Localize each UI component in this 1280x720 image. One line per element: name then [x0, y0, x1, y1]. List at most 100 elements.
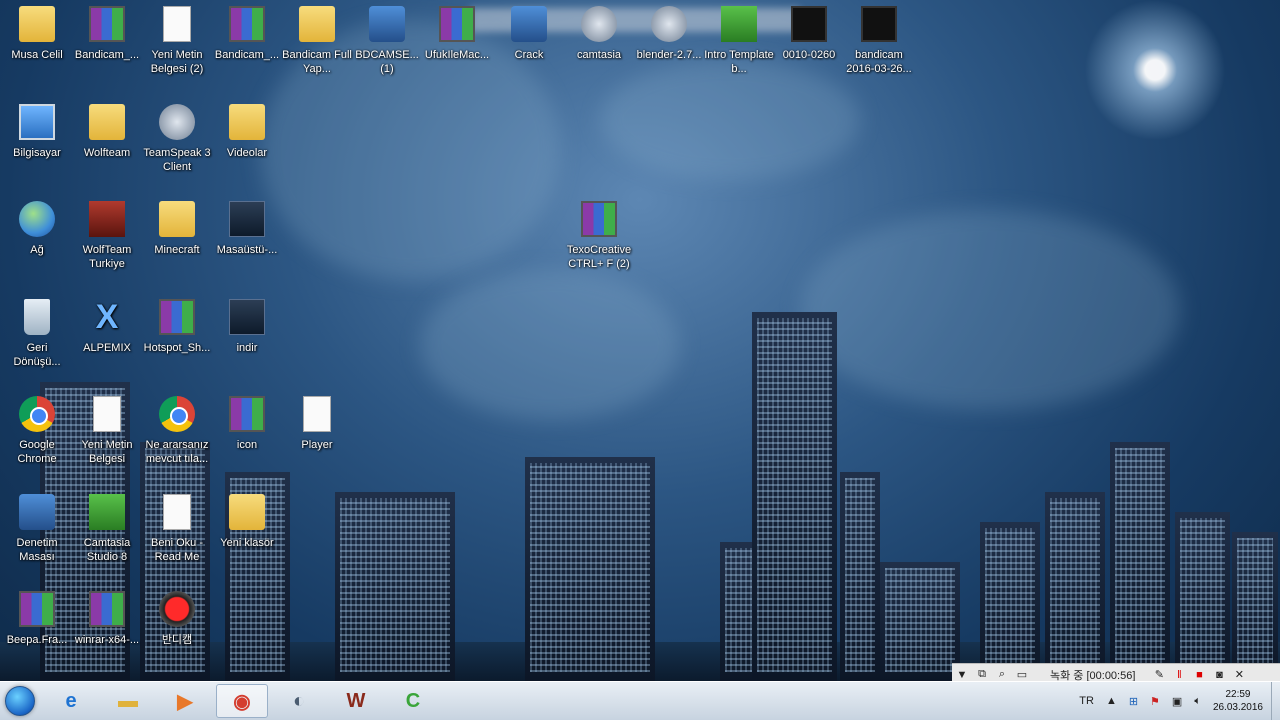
wolfteam-game-icon: W	[346, 689, 366, 712]
desktop-icon[interactable]: Ağ	[2, 201, 72, 257]
text-document-icon	[303, 396, 331, 432]
volume-icon[interactable]: 🔈︎	[1194, 695, 1201, 708]
taskbar-button-media-player[interactable]: ▶	[159, 684, 211, 718]
desktop-icon[interactable]: Yeni Metin Belgesi	[72, 396, 142, 466]
desktop-icon[interactable]: BDCAMSE... (1)	[352, 6, 422, 76]
desktop-icon[interactable]: Ne ararsanız mevcut tıla...	[142, 396, 212, 466]
windows-flag-icon[interactable]: ⊞	[1129, 695, 1138, 708]
desktop-icon[interactable]: Masaüstü-...	[212, 201, 282, 257]
disc-icon	[651, 6, 687, 42]
language-indicator[interactable]: TR	[1079, 695, 1094, 707]
taskbar-button-teamspeak[interactable]: ◐	[273, 684, 325, 718]
video-file-icon	[861, 6, 897, 42]
desktop-icon-label: Wolfteam	[83, 147, 131, 159]
winrar-archive-icon	[229, 6, 265, 42]
camera-icon[interactable]: ◙	[1209, 669, 1229, 681]
start-button[interactable]	[0, 682, 40, 720]
region-icon[interactable]: ▭	[1012, 668, 1032, 681]
clock[interactable]: 22:59 26.03.2016	[1213, 688, 1263, 714]
folder-icon	[299, 6, 335, 42]
winrar-archive-icon	[439, 6, 475, 42]
stop-icon[interactable]: ■	[1189, 669, 1209, 681]
desktop-icon[interactable]: icon	[212, 396, 282, 452]
desktop-icon[interactable]: Bandicam_...	[212, 6, 282, 62]
desktop-icon[interactable]: Bandicam Full Yap...	[282, 6, 352, 76]
desktop-icon[interactable]: TeamSpeak 3 Client	[142, 104, 212, 174]
window-mode-icon[interactable]: ⧉	[972, 668, 992, 681]
desktop-icon-label: Yeni klasör	[220, 537, 274, 549]
desktop-icon[interactable]: Musa Celil	[2, 6, 72, 62]
teamspeak-icon	[159, 104, 195, 140]
taskbar-button-internet-explorer[interactable]: e	[45, 684, 97, 718]
wallpaper-cloud	[600, 60, 860, 180]
winrar-archive-icon	[581, 201, 617, 237]
desktop-icon[interactable]: Minecraft	[142, 201, 212, 257]
wallpaper-building	[840, 472, 880, 682]
desktop-icon[interactable]: Player	[282, 396, 352, 452]
desktop-icon[interactable]: X ALPEMIX	[72, 299, 142, 355]
action-center-icon[interactable]: ⚑	[1150, 695, 1160, 708]
close-icon[interactable]: ✕	[1229, 668, 1249, 681]
desktop-icon[interactable]: WolfTeam Turkiye	[72, 201, 142, 271]
folder-icon	[229, 494, 265, 530]
desktop-icon[interactable]: camtasia	[564, 6, 634, 62]
desktop-icon[interactable]: Hotspot_Sh...	[142, 299, 212, 355]
wallpaper-cloud	[800, 210, 1180, 410]
desktop-icon[interactable]: Wolfteam	[72, 104, 142, 160]
dropdown-arrow-icon[interactable]: ▼	[952, 669, 972, 681]
desktop-icon[interactable]: 반디캠	[142, 591, 212, 647]
desktop-icon-label: Ağ	[30, 244, 44, 256]
desktop-icon[interactable]: Denetim Masası	[2, 494, 72, 564]
desktop-icon[interactable]: Beepa.Fra...	[2, 591, 72, 647]
wallpaper-building	[880, 562, 960, 682]
desktop-icon[interactable]: blender-2.7...	[634, 6, 704, 62]
wallpaper-building	[1110, 442, 1170, 682]
desktop-icon[interactable]: Google Chrome	[2, 396, 72, 466]
desktop-icon[interactable]: Bandicam_...	[72, 6, 142, 62]
desktop-icon[interactable]: Yeni klasör	[212, 494, 282, 550]
network-globe-icon	[19, 201, 55, 237]
taskbar-button-google-chrome[interactable]: ◉	[216, 684, 268, 718]
desktop-icon[interactable]: Geri Dönüşü...	[2, 299, 72, 369]
alpemix-icon: X	[95, 298, 119, 336]
desktop-icon-label: icon	[236, 439, 258, 451]
taskbar-button-camtasia[interactable]: C	[387, 684, 439, 718]
taskbar-button-file-explorer[interactable]: ▬	[102, 684, 154, 718]
desktop-icon[interactable]: bandicam 2016-03-26...	[844, 6, 914, 76]
network-icon[interactable]: ▣	[1172, 695, 1182, 708]
wallpaper-building	[1175, 512, 1230, 682]
pause-icon[interactable]: ‖	[1169, 669, 1189, 681]
desktop-icon[interactable]: winrar-x64-...	[72, 591, 142, 647]
desktop-icon-label: Bandicam Full Yap...	[282, 49, 352, 75]
desktop-icon[interactable]: Intro Template b...	[704, 6, 774, 76]
desktop-icon-label: Yeni Metin Belgesi	[81, 439, 133, 465]
desktop-icon[interactable]: TexoCreative CTRL+ F (2)	[564, 201, 634, 271]
desktop-icon[interactable]: Camtasia Studio 8	[72, 494, 142, 564]
desktop-icon[interactable]: 0010-0260	[774, 6, 844, 62]
recycle-bin-icon	[24, 299, 50, 335]
desktop-icon[interactable]: Bilgisayar	[2, 104, 72, 160]
desktop-icon[interactable]: Yeni Metin Belgesi (2)	[142, 6, 212, 76]
zoom-icon[interactable]: ⌕	[992, 668, 1012, 681]
desktop-icon-label: Bandicam_...	[214, 49, 280, 61]
wallpaper-building	[980, 522, 1040, 682]
system-tray: TR ▲ ⊞ ⚑ ▣ 🔈︎ 22:59 26.03.2016	[1073, 682, 1280, 720]
show-hidden-icons-icon[interactable]: ▲	[1106, 695, 1117, 707]
desktop-icon-label: bandicam 2016-03-26...	[846, 49, 912, 75]
desktop-icon-label: Beni Oku - Read Me	[151, 537, 203, 563]
desktop-icon[interactable]: indir	[212, 299, 282, 355]
show-desktop-button[interactable]	[1271, 682, 1280, 720]
pencil-icon[interactable]: ✎	[1149, 668, 1169, 681]
desktop-icon[interactable]: Videolar	[212, 104, 282, 160]
desktop-icon[interactable]: UfukIleMac...	[422, 6, 492, 62]
desktop-icon[interactable]: Beni Oku - Read Me	[142, 494, 212, 564]
wallpaper-building	[1232, 532, 1278, 682]
clock-time: 22:59	[1225, 689, 1251, 700]
desktop-icon-label: Minecraft	[154, 244, 200, 256]
desktop-icon-label: Denetim Masası	[16, 537, 58, 563]
windows-orb-icon	[5, 686, 35, 716]
desktop-icon-label: Yeni Metin Belgesi (2)	[150, 49, 204, 75]
desktop-icon[interactable]: Crack	[494, 6, 564, 62]
taskbar-button-wolfteam[interactable]: W	[330, 684, 382, 718]
disc-icon	[581, 6, 617, 42]
